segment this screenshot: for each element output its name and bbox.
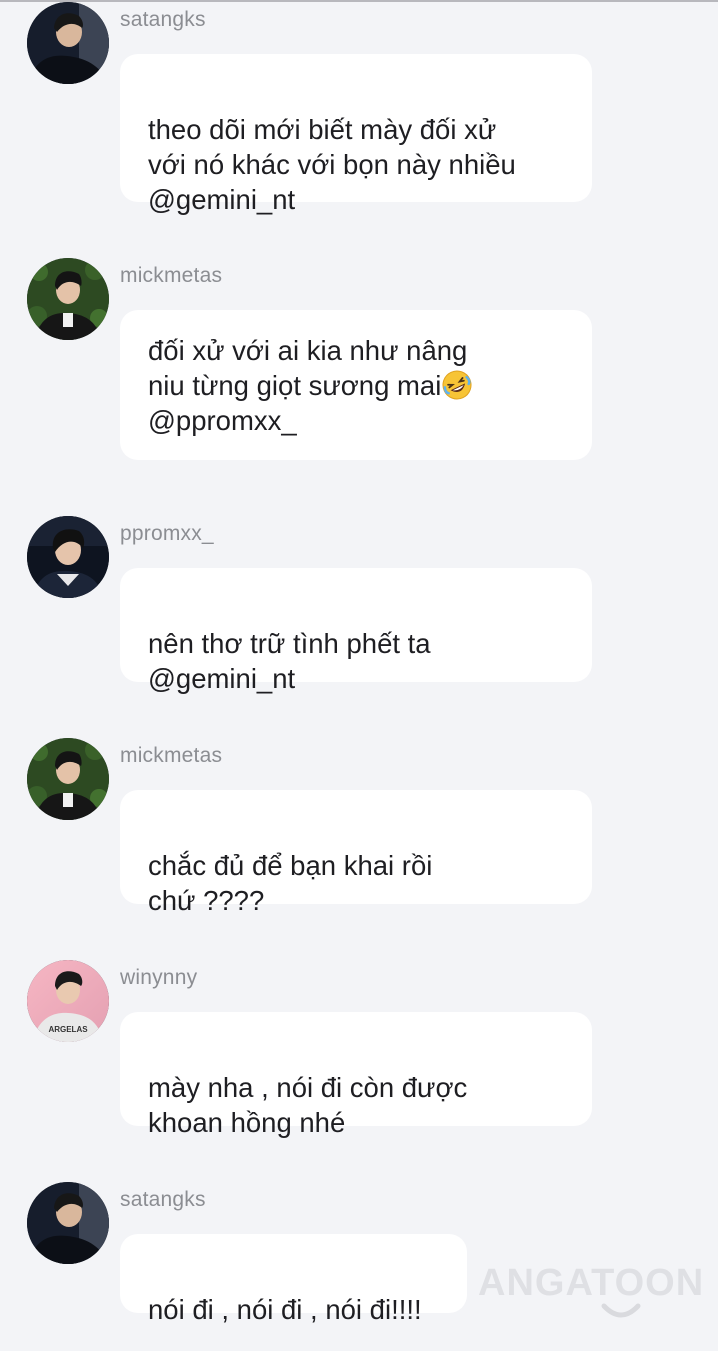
- avatar[interactable]: ARGELAS: [27, 960, 109, 1042]
- avatar[interactable]: [27, 258, 109, 340]
- avatar[interactable]: [27, 516, 109, 598]
- message-bubble: theo dõi mới biết mày đối xử với nó khác…: [120, 54, 592, 215]
- username[interactable]: winynny: [120, 966, 197, 990]
- message-text: theo dõi mới biết mày đối xử với nó khác…: [148, 114, 516, 215]
- message-text: nên thơ trữ tình phết ta @gemini_nt: [148, 628, 431, 694]
- username[interactable]: ppromxx_: [120, 522, 214, 546]
- avatar[interactable]: [27, 738, 109, 820]
- message-text: mày nha , nói đi còn được khoan hồng nhé: [148, 1072, 468, 1138]
- message-text: đối xử với ai kia như nâng niu từng giọt…: [148, 335, 468, 401]
- message-bubble: nói đi , nói đi , nói đi!!!!: [120, 1234, 467, 1325]
- avatar[interactable]: [27, 1182, 109, 1264]
- message-mention: @ppromxx_: [148, 405, 297, 436]
- rolling-on-floor-laughing-icon: [442, 370, 472, 400]
- message-bubble: mày nha , nói đi còn được khoan hồng nhé: [120, 1012, 592, 1138]
- message-text: chắc đủ để bạn khai rồi chứ ????: [148, 850, 433, 916]
- message-bubble: nên thơ trữ tình phết ta @gemini_nt: [120, 568, 592, 694]
- username[interactable]: mickmetas: [120, 744, 222, 768]
- message-bubble: đối xử với ai kia như nâng niu từng giọt…: [120, 310, 592, 460]
- watermark-smile-icon: [601, 1303, 641, 1318]
- username[interactable]: mickmetas: [120, 264, 222, 288]
- watermark: ANGATOON: [478, 1262, 705, 1304]
- username[interactable]: satangks: [120, 8, 206, 32]
- avatar[interactable]: [27, 2, 109, 84]
- message-bubble: chắc đủ để bạn khai rồi chứ ????: [120, 790, 592, 916]
- top-divider: [0, 0, 718, 2]
- message-text: nói đi , nói đi , nói đi!!!!: [148, 1294, 422, 1325]
- avatar-shirt-print: ARGELAS: [48, 1025, 88, 1034]
- username[interactable]: satangks: [120, 1188, 206, 1212]
